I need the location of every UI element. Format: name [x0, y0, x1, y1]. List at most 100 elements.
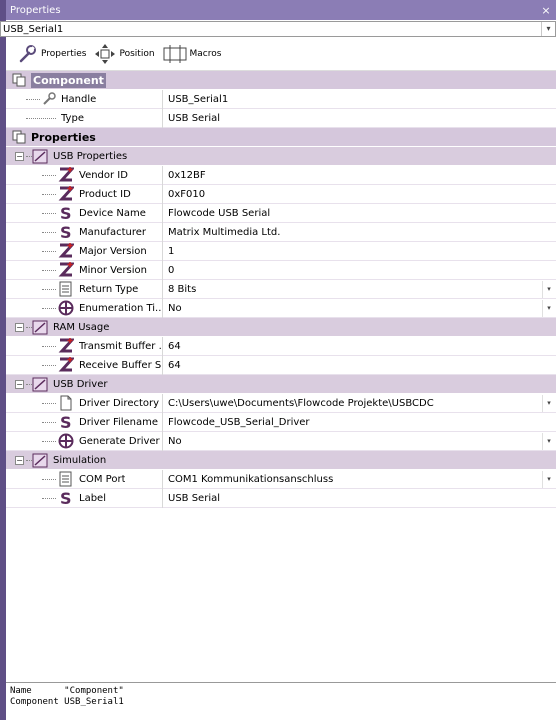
property-value-text: COM1 Kommunikationsanschluss [168, 473, 334, 485]
group-icon [32, 148, 48, 164]
property-value[interactable]: No ▾ [163, 432, 556, 451]
property-name: Vendor ID [79, 169, 128, 181]
chevron-down-icon[interactable]: ▾ [542, 432, 555, 450]
property-value[interactable]: COM1 Kommunikationsanschluss ▾ [163, 470, 556, 489]
tab-position[interactable]: Position [94, 43, 155, 65]
property-row-vendor-id[interactable]: Vendor ID 0x12BF [6, 165, 556, 185]
tree-connector [26, 98, 40, 100]
property-row-handle[interactable]: Handle USB_Serial1 [6, 89, 556, 109]
close-icon[interactable]: × [540, 4, 552, 17]
tree-connector [42, 497, 56, 499]
group-usb-properties[interactable]: − USB Properties [6, 147, 556, 166]
tree-connector [42, 307, 56, 309]
property-name-cell: Major Version [6, 241, 163, 261]
chevron-down-icon[interactable]: ▾ [541, 22, 555, 36]
property-name-cell: Minor Version [6, 260, 163, 280]
property-row-enumeration-ti[interactable]: Enumeration Ti... No ▾ [6, 298, 556, 318]
category-properties-label: Properties [31, 130, 96, 144]
property-value[interactable]: Flowcode_USB_Serial_Driver [163, 413, 556, 432]
bool-icon [58, 433, 74, 449]
property-value[interactable]: 1 [163, 242, 556, 261]
property-row-device-name[interactable]: S Device Name Flowcode USB Serial [6, 203, 556, 223]
property-row-minor-version[interactable]: Minor Version 0 [6, 260, 556, 280]
property-value-text: 64 [168, 340, 181, 352]
property-value-text: 0xF010 [168, 188, 206, 200]
property-value-text: USB_Serial1 [168, 93, 229, 105]
property-tabs: Properties Position Macros [6, 37, 556, 71]
group-usb-driver[interactable]: − USB Driver [6, 375, 556, 394]
group-simulation[interactable]: − Simulation [6, 451, 556, 470]
property-value[interactable]: Flowcode USB Serial [163, 204, 556, 223]
property-row-return-type[interactable]: Return Type 8 Bits ▾ [6, 279, 556, 299]
property-value[interactable]: 0xF010 [163, 185, 556, 204]
group-icon [32, 319, 48, 335]
property-value[interactable]: 8 Bits ▾ [163, 280, 556, 299]
property-name-cell: Return Type [6, 279, 163, 299]
property-row-major-version[interactable]: Major Version 1 [6, 241, 556, 261]
chevron-down-icon[interactable]: ▾ [542, 299, 555, 317]
tab-position-label: Position [119, 48, 155, 59]
group-icon [32, 376, 48, 392]
component-selector[interactable]: USB_Serial1 ▾ [0, 21, 556, 37]
property-row-type[interactable]: Type USB Serial [6, 108, 556, 128]
property-row-transmit-buffer[interactable]: Transmit Buffer ... 64 [6, 336, 556, 356]
property-row-product-id[interactable]: Product ID 0xF010 [6, 184, 556, 204]
tree-connector [42, 193, 56, 195]
property-value[interactable]: USB Serial [163, 489, 556, 508]
collapse-icon[interactable]: − [15, 455, 24, 465]
svg-text:S: S [60, 205, 72, 221]
property-name: Manufacturer [79, 226, 146, 238]
tree-connector [42, 250, 56, 252]
property-value[interactable]: Matrix Multimedia Ltd. [163, 223, 556, 242]
property-value[interactable]: 0x12BF [163, 166, 556, 185]
tab-properties[interactable]: Properties [18, 44, 86, 64]
property-row-driver-filename[interactable]: S Driver Filename Flowcode_USB_Serial_Driv… [6, 412, 556, 432]
property-row-label[interactable]: S Label USB Serial [6, 488, 556, 508]
group-ram-usage[interactable]: − RAM Usage [6, 318, 556, 337]
property-row-com-port[interactable]: COM Port COM1 Kommunikationsanschluss ▾ [6, 469, 556, 489]
property-name: COM Port [79, 473, 126, 485]
category-properties[interactable]: Properties [6, 128, 556, 147]
property-value-text: 0 [168, 264, 175, 276]
title-bar: Properties × [6, 0, 556, 20]
property-value[interactable]: 0 [163, 261, 556, 280]
chevron-down-icon[interactable]: ▾ [542, 394, 555, 412]
tab-macros[interactable]: Macros [163, 44, 221, 64]
collapse-icon[interactable]: − [15, 379, 24, 389]
property-value[interactable]: 64 [163, 337, 556, 356]
chevron-down-icon[interactable]: ▾ [542, 280, 555, 298]
group-usb-properties-label: USB Properties [53, 150, 128, 162]
property-name: Product ID [79, 188, 131, 200]
property-name: Generate Driver [79, 435, 160, 447]
property-name: Major Version [79, 245, 147, 257]
property-name: Transmit Buffer ... [79, 340, 162, 352]
property-value-text: Flowcode USB Serial [168, 207, 271, 219]
tree-connector [42, 288, 56, 290]
property-value-text: 8 Bits [168, 283, 197, 295]
z-int-icon [58, 262, 74, 278]
collapse-icon[interactable]: − [15, 322, 24, 332]
property-value-text: 64 [168, 359, 181, 371]
property-name-cell: Product ID [6, 184, 163, 204]
property-row-receive-buffer-size[interactable]: Receive Buffer Size 64 [6, 355, 556, 375]
property-name-cell: Enumeration Ti... [6, 298, 163, 318]
collapse-icon[interactable]: − [15, 151, 24, 161]
property-value[interactable]: 64 [163, 356, 556, 375]
property-name: Minor Version [79, 264, 147, 276]
svg-text:S: S [60, 224, 72, 240]
property-value[interactable]: USB_Serial1 [163, 90, 556, 109]
property-value[interactable]: USB Serial [163, 109, 556, 128]
chevron-down-icon[interactable]: ▾ [542, 470, 555, 488]
property-value[interactable]: No ▾ [163, 299, 556, 318]
property-value[interactable]: C:\Users\uwe\Documents\Flowcode Projekte… [163, 394, 556, 413]
property-name: Type [61, 112, 84, 124]
property-row-driver-directory[interactable]: Driver Directory C:\Users\uwe\Documents\F… [6, 393, 556, 413]
s-string-icon: S [58, 490, 74, 506]
category-component[interactable]: Component [6, 71, 556, 90]
copy-icon [12, 130, 26, 144]
svg-text:S: S [60, 414, 72, 430]
z-int-icon [58, 243, 74, 259]
property-row-generate-driver[interactable]: Generate Driver No ▾ [6, 431, 556, 451]
wrench-small-icon [42, 92, 56, 106]
property-row-manufacturer[interactable]: S Manufacturer Matrix Multimedia Ltd. [6, 222, 556, 242]
